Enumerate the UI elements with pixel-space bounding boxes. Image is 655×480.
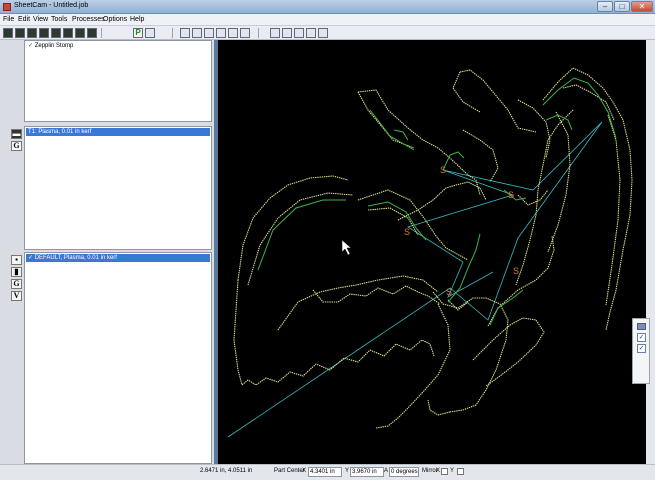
operation-list-item[interactable]: ✓ DEFAULT, Plasma, 0.01 in kerf <box>26 254 210 262</box>
zoom-part-icon[interactable] <box>228 28 238 38</box>
minimize-button[interactable]: – <box>597 1 613 12</box>
part-center-label: Part Center <box>274 468 305 474</box>
part-name: Zepplin Stomp <box>34 43 74 49</box>
part-center-y-input[interactable]: 3.9670 in <box>350 467 384 477</box>
mirror-y-checkbox[interactable] <box>457 468 464 475</box>
y-label: Y <box>345 468 350 474</box>
layers-icon[interactable] <box>637 323 646 330</box>
maximize-button[interactable]: □ <box>614 1 630 12</box>
left-panel: ✓ Zepplin Stomp ▬ G T1: Plasma, 0.01 in … <box>0 40 214 464</box>
layer-checkbox[interactable]: ✓ <box>637 333 646 342</box>
check-icon: ✓ <box>28 255 34 261</box>
v-operation-icon[interactable]: V <box>11 291 22 301</box>
new-part-button[interactable]: P <box>133 28 143 38</box>
close-button[interactable]: ✕ <box>631 1 653 12</box>
mirror-x-checkbox[interactable] <box>441 468 448 475</box>
save-job-icon[interactable] <box>15 28 25 38</box>
title-bar: SheetCam - Untitled.job – □ ✕ <box>0 0 655 14</box>
move-part-icon[interactable] <box>318 28 328 38</box>
set-lead-in-icon[interactable] <box>306 28 316 38</box>
menu-edit[interactable]: Edit <box>18 16 30 23</box>
x-label: X <box>302 468 307 474</box>
layer-checkbox[interactable]: ✓ <box>637 344 646 353</box>
menu-view[interactable]: View <box>33 16 48 23</box>
floating-layer-panel: ✓ ✓ <box>632 318 650 384</box>
check-icon: ✓ <box>28 43 34 49</box>
view-shade-icon[interactable] <box>75 28 85 38</box>
mirror-x-label: X <box>436 468 441 474</box>
start-marker[interactable]: S <box>508 190 514 200</box>
g-code-icon[interactable]: G <box>11 141 22 151</box>
part-tree-item[interactable]: ✓ Zepplin Stomp <box>26 42 210 50</box>
rapid-moves <box>227 121 603 438</box>
start-marker[interactable]: S <box>446 287 452 297</box>
toolpath <box>257 77 617 326</box>
drawing-svg: S S S S S <box>227 67 633 438</box>
menu-file[interactable]: File <box>3 16 14 23</box>
view-rapids-icon[interactable] <box>51 28 61 38</box>
set-start-point-icon[interactable] <box>282 28 292 38</box>
operation-pane: ✓ DEFAULT, Plasma, 0.01 in kerf <box>24 252 212 464</box>
zoom-fit-icon[interactable] <box>204 28 214 38</box>
save-operation-icon[interactable]: ▪ <box>11 255 22 265</box>
mirror-y-label: Y <box>450 468 455 474</box>
insert-code-icon[interactable]: ▮ <box>11 267 22 277</box>
zoom-out-icon[interactable] <box>192 28 202 38</box>
window-title: SheetCam - Untitled.job <box>14 2 89 9</box>
part-tree-pane: ✓ Zepplin Stomp <box>24 40 212 122</box>
cursor-position: 2.6471 in, 4.0511 in <box>200 468 253 474</box>
tool-list-item[interactable]: T1: Plasma, 0.01 in kerf <box>26 128 210 136</box>
menu-tools[interactable]: Tools <box>51 16 67 23</box>
menu-processes[interactable]: Processes <box>72 16 105 23</box>
zoom-in-icon[interactable] <box>180 28 190 38</box>
start-markers: S S S S S <box>404 165 519 297</box>
drawing-canvas[interactable]: S S S S S <box>218 40 646 464</box>
tool-pane: T1: Plasma, 0.01 in kerf <box>24 126 212 250</box>
drawing-outline <box>233 67 633 429</box>
mouse-cursor-icon <box>341 239 352 256</box>
start-marker[interactable]: S <box>404 227 410 237</box>
menu-help[interactable]: Help <box>130 16 144 23</box>
set-direction-icon[interactable] <box>294 28 304 38</box>
menu-bar: File Edit View Tools Processes Options H… <box>0 14 655 26</box>
zoom-all-icon[interactable] <box>240 28 250 38</box>
start-marker[interactable]: S <box>440 165 446 175</box>
angle-input[interactable]: 0 degrees <box>389 467 419 477</box>
view-cutpath-icon[interactable] <box>63 28 73 38</box>
angle-label: A <box>384 468 389 474</box>
sheetcam-icon <box>3 3 11 11</box>
view-toolpath-icon[interactable] <box>39 28 49 38</box>
select-pointer-icon[interactable] <box>270 28 280 38</box>
zoom-window-icon[interactable] <box>216 28 226 38</box>
vertical-scrollbar[interactable] <box>646 40 655 464</box>
run-postprocessor-icon[interactable] <box>27 28 37 38</box>
menu-options[interactable]: Options <box>103 16 127 23</box>
view-3d-icon[interactable] <box>87 28 97 38</box>
g-code-operation-icon[interactable]: G <box>11 279 22 289</box>
status-bar: 2.6471 in, 4.0511 in Part Center X 4.340… <box>0 464 655 480</box>
operation-label: DEFAULT, Plasma, 0.01 in kerf <box>34 255 117 261</box>
start-marker[interactable]: S <box>513 266 519 276</box>
tool-icon[interactable]: ▬ <box>11 129 22 139</box>
part-center-x-input[interactable]: 4.3401 in <box>308 467 342 477</box>
refresh-icon[interactable] <box>145 28 155 38</box>
open-drawing-icon[interactable] <box>3 28 13 38</box>
toolbar: P <box>0 26 655 40</box>
